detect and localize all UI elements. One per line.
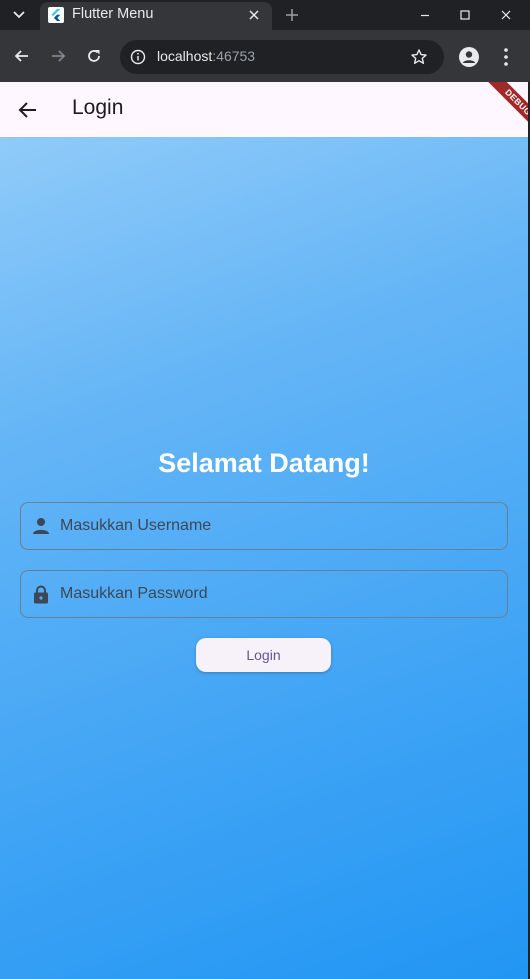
forward-arrow-icon[interactable]	[48, 46, 68, 66]
url-port: :46753	[212, 48, 256, 64]
minimize-icon[interactable]	[416, 6, 434, 24]
password-input[interactable]	[60, 571, 500, 617]
app-bar: Login	[0, 82, 528, 137]
bookmark-star-icon[interactable]	[410, 48, 428, 66]
flutter-logo-icon	[48, 7, 64, 23]
tab-title: Flutter Menu	[72, 6, 154, 22]
tab-search-button[interactable]	[8, 6, 30, 24]
login-button[interactable]: Login	[196, 638, 331, 672]
more-vert-icon[interactable]	[498, 46, 514, 68]
chevron-down-icon	[13, 11, 25, 19]
browser-toolbar: localhost:46753	[0, 30, 530, 82]
maximize-icon[interactable]	[456, 6, 474, 24]
page-title: Login	[72, 96, 124, 119]
username-field[interactable]	[20, 502, 508, 550]
url-text: localhost:46753	[157, 48, 255, 64]
address-bar[interactable]: localhost:46753	[120, 40, 444, 74]
login-background: Selamat Datang! Login	[0, 137, 528, 979]
browser-tab[interactable]: Flutter Menu	[40, 2, 272, 32]
window-close-icon[interactable]	[497, 6, 515, 24]
browser-tab-strip: Flutter Menu	[0, 0, 530, 32]
app-viewport: Login DEBUG Selamat Datang! Login	[0, 82, 528, 979]
lock-icon	[34, 585, 48, 604]
close-icon[interactable]	[246, 7, 262, 23]
password-field[interactable]	[20, 570, 508, 618]
arrow-back-icon[interactable]	[16, 98, 40, 122]
debug-banner-label: DEBUG	[483, 82, 528, 137]
back-arrow-icon[interactable]	[12, 46, 32, 66]
debug-banner: DEBUG	[468, 82, 528, 142]
reload-icon[interactable]	[84, 46, 104, 66]
welcome-heading: Selamat Datang!	[158, 448, 370, 478]
url-host: localhost	[157, 48, 213, 64]
person-icon	[33, 518, 49, 534]
new-tab-icon[interactable]	[283, 6, 301, 24]
profile-icon[interactable]	[458, 46, 480, 68]
username-input[interactable]	[60, 503, 500, 549]
site-info-icon[interactable]	[130, 49, 146, 65]
